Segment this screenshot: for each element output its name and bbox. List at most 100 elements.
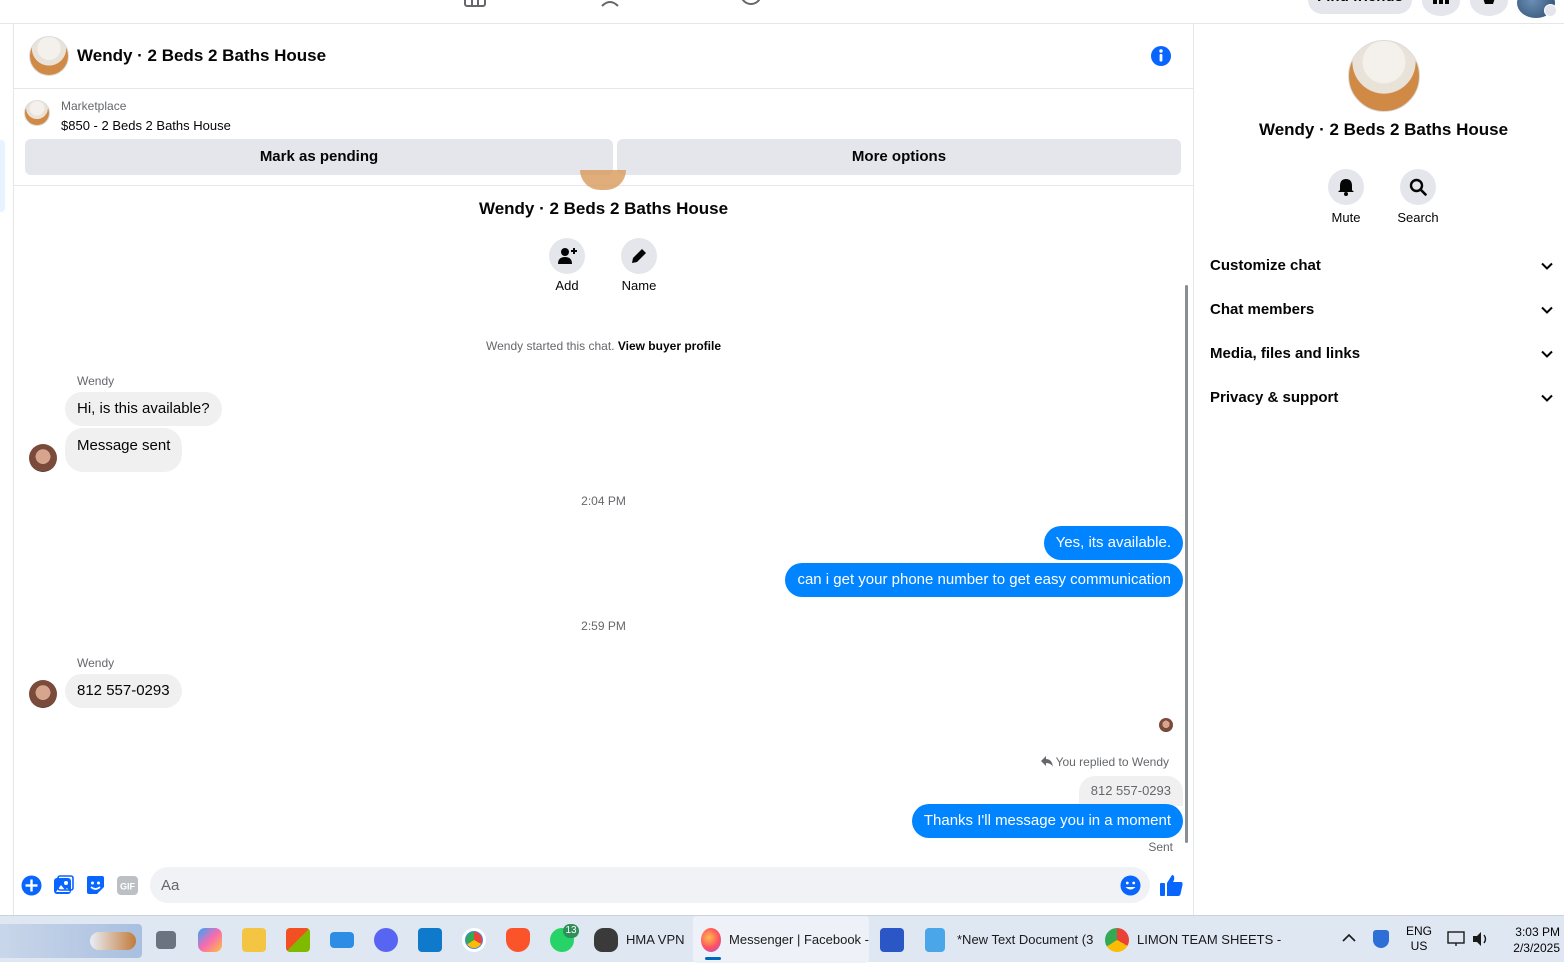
active-indicator — [705, 957, 721, 960]
incoming-message[interactable]: 812 557-0293 — [65, 674, 182, 708]
friends-nav-icon[interactable] — [600, 0, 624, 8]
search-in-chat-button[interactable] — [1400, 169, 1436, 205]
add-member-button[interactable] — [549, 238, 585, 274]
add-label: Add — [555, 278, 579, 293]
taskbar-app-x[interactable] — [880, 916, 904, 963]
incoming-message[interactable]: Hi, is this available? — [65, 392, 222, 426]
mute-button[interactable] — [1328, 169, 1364, 205]
chat-header: Wendy · 2 Beds 2 Baths House — [14, 24, 1193, 89]
language-code: ENG — [1405, 924, 1432, 938]
privacy-support-section[interactable]: Privacy & support — [1210, 384, 1560, 412]
taskbar-label: HMA VPN — [626, 932, 685, 947]
chevron-down-icon — [1541, 350, 1553, 358]
top-navigation-bar: Find friends — [0, 0, 1564, 24]
chat-scrollbar[interactable] — [1185, 285, 1188, 843]
timestamp: 2:59 PM — [581, 619, 626, 633]
windows-taskbar: 13 HMA VPN Messenger | Facebook - *New T… — [0, 915, 1564, 963]
chat-avatar[interactable] — [29, 36, 69, 76]
notepad-icon — [925, 927, 945, 952]
chat-started-notice: Wendy started this chat. View buyer prof… — [14, 339, 1193, 353]
taskbar-brave[interactable] — [506, 916, 530, 963]
marketplace-nav-icon[interactable] — [463, 0, 487, 8]
unread-badge: 13 — [563, 924, 579, 938]
mute-label: Mute — [1331, 210, 1361, 225]
sticker-icon[interactable] — [85, 875, 106, 896]
chat-title[interactable]: Wendy · 2 Beds 2 Baths House — [77, 46, 326, 66]
plus-circle-icon[interactable] — [21, 875, 42, 896]
copilot-icon — [198, 927, 222, 952]
chrome-icon — [462, 927, 486, 952]
outgoing-message[interactable]: Thanks I'll message you in a moment — [911, 804, 1183, 838]
taskbar-label: LIMON TEAM SHEETS - — [1137, 932, 1282, 947]
more-options-button[interactable]: More options — [617, 139, 1181, 175]
message-composer: GIF — [14, 862, 1193, 910]
taskbar-chrome[interactable] — [462, 916, 486, 963]
section-label: Customize chat — [1210, 257, 1321, 274]
taskbar-task-view[interactable] — [156, 916, 176, 963]
listing-thumbnail[interactable] — [24, 100, 50, 126]
emoji-icon[interactable] — [1120, 875, 1141, 896]
taskbar-app[interactable] — [330, 916, 354, 963]
media-files-links-section[interactable]: Media, files and links — [1210, 340, 1560, 368]
incoming-message[interactable]: Message sent — [65, 428, 183, 472]
quoted-reply[interactable]: 812 557-0293 — [1078, 776, 1183, 806]
active-chat-indicator — [0, 140, 5, 212]
image-icon[interactable] — [53, 875, 74, 896]
message-input[interactable] — [150, 867, 1150, 903]
task-view-icon — [156, 930, 176, 949]
mark-as-pending-button[interactable]: Mark as pending — [25, 139, 613, 175]
section-label: Privacy & support — [1210, 389, 1339, 406]
taskbar-discord[interactable] — [374, 916, 398, 963]
chevron-up-icon[interactable] — [1342, 933, 1356, 943]
thumbs-up-icon[interactable] — [1160, 874, 1183, 896]
taskbar-vscode[interactable] — [418, 916, 442, 963]
volume-icon[interactable] — [1472, 931, 1490, 947]
bell-icon — [1483, 0, 1495, 4]
wendy-avatar[interactable] — [29, 444, 57, 472]
outgoing-message[interactable]: Yes, its available. — [1043, 526, 1183, 560]
details-avatar[interactable] — [1348, 40, 1420, 112]
x-app-icon — [880, 927, 904, 952]
info-icon[interactable] — [1150, 45, 1172, 67]
taskbar-whatsapp[interactable]: 13 — [550, 916, 579, 963]
chat-members-section[interactable]: Chat members — [1210, 296, 1560, 324]
message-status: Sent — [1148, 840, 1173, 854]
find-friends-button[interactable]: Find friends — [1308, 0, 1412, 14]
taskbar-file-explorer[interactable] — [242, 916, 266, 963]
listing-title[interactable]: $850 - 2 Beds 2 Baths House — [61, 118, 231, 133]
view-buyer-profile-link[interactable]: View buyer profile — [618, 339, 721, 353]
taskbar-store[interactable] — [286, 916, 310, 963]
notifications-button[interactable] — [1470, 0, 1508, 16]
taskbar-notepad[interactable]: *New Text Document (3 — [925, 916, 1093, 963]
svg-text:GIF: GIF — [120, 882, 136, 892]
widget-image — [90, 932, 136, 950]
taskbar-copilot[interactable] — [198, 916, 222, 963]
outgoing-message[interactable]: can i get your phone number to get easy … — [785, 563, 1183, 597]
section-label: Chat members — [1210, 301, 1315, 318]
taskbar-label: Messenger | Facebook - — [729, 932, 869, 947]
network-icon[interactable] — [1447, 931, 1465, 947]
groups-nav-icon[interactable] — [739, 0, 763, 8]
chevron-down-icon — [1541, 306, 1553, 314]
gif-icon[interactable]: GIF — [117, 876, 138, 895]
wendy-avatar[interactable] — [29, 680, 57, 708]
weather-widget[interactable] — [0, 924, 142, 958]
chrome-icon — [1105, 927, 1129, 952]
edit-name-button[interactable] — [621, 238, 657, 274]
taskbar-hma-vpn[interactable]: HMA VPN — [594, 916, 685, 963]
sender-name: Wendy — [77, 374, 115, 388]
menu-grid-button[interactable] — [1422, 0, 1460, 16]
chevron-down-icon — [1541, 262, 1553, 270]
taskbar-firefox-messenger[interactable]: Messenger | Facebook - — [693, 916, 869, 963]
marketplace-label: Marketplace — [61, 99, 127, 113]
section-label: Media, files and links — [1210, 345, 1361, 362]
account-chevron-icon[interactable] — [1544, 4, 1557, 17]
customize-chat-section[interactable]: Customize chat — [1210, 252, 1560, 280]
name-label: Name — [621, 278, 657, 293]
taskbar-chrome-sheets[interactable]: LIMON TEAM SHEETS - — [1105, 916, 1281, 963]
sender-name: Wendy — [77, 656, 115, 670]
security-shield-icon[interactable] — [1373, 930, 1389, 948]
language-indicator[interactable]: ENG US — [1400, 924, 1438, 954]
clock[interactable]: 3:03 PM 2/3/2025 — [1500, 924, 1560, 956]
grid-icon — [1433, 0, 1449, 4]
